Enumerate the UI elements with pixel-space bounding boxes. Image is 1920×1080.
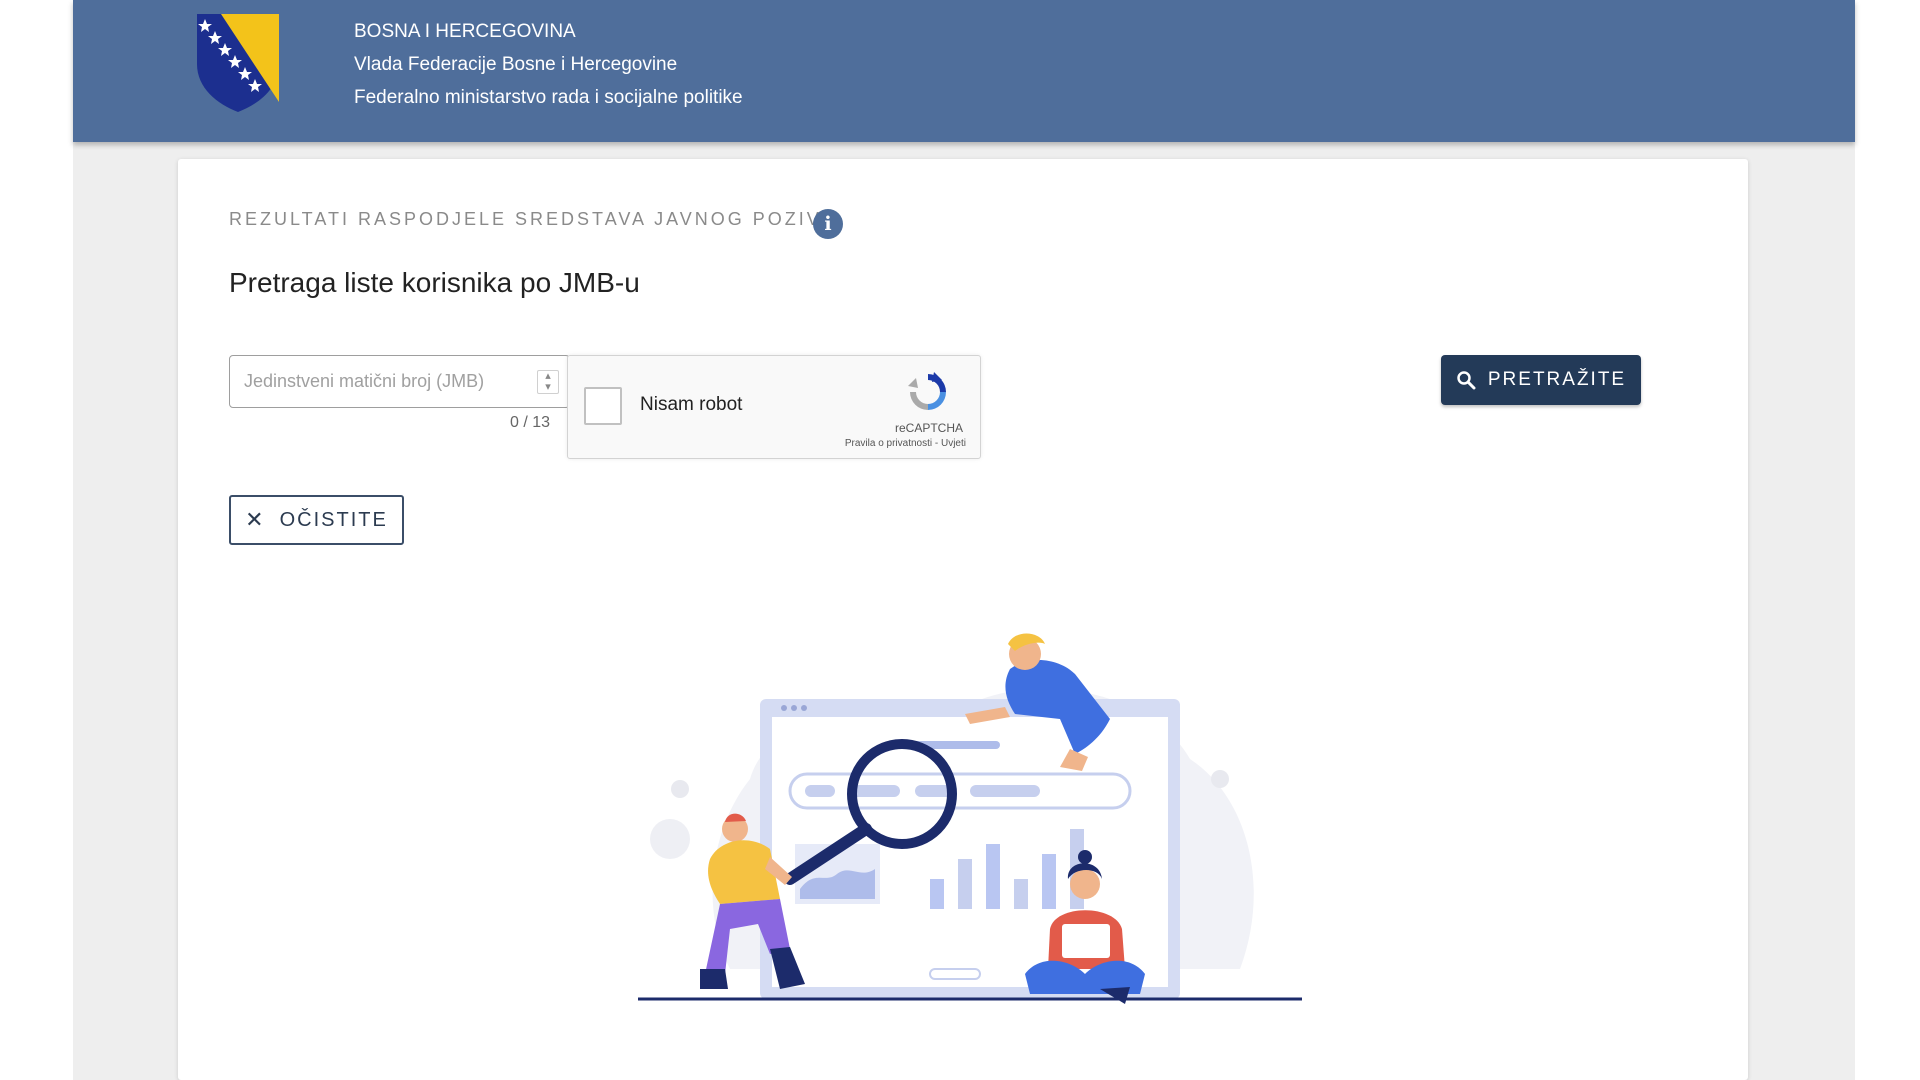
clear-button-label: OČISTITE [279, 508, 388, 531]
search-illustration [638, 633, 1302, 1004]
search-icon [1457, 371, 1476, 390]
recaptcha-checkbox[interactable] [584, 387, 622, 425]
recaptcha-logo-icon [908, 372, 946, 410]
search-card: REZULTATI RASPODJELE SREDSTAVA JAVNOG PO… [178, 159, 1748, 1080]
close-icon: ✕ [245, 507, 266, 532]
page-background: BOSNA I HERCEGOVINA Vlada Federacije Bos… [73, 0, 1855, 1080]
search-button[interactable]: PRETRAŽITE [1441, 355, 1641, 405]
header-text: BOSNA I HERCEGOVINA Vlada Federacije Bos… [354, 15, 743, 114]
clear-button[interactable]: ✕ OČISTITE [229, 495, 404, 545]
recaptcha-label: Nisam robot [640, 394, 743, 415]
stepper-icon[interactable]: ▴ ▾ [537, 370, 559, 394]
recaptcha-brand: reCAPTCHA [894, 421, 963, 435]
jmb-input[interactable] [244, 356, 524, 407]
recaptcha-widget: Nisam robot reCAPTCHA Pravila o privatno… [567, 355, 981, 459]
site-header: BOSNA I HERCEGOVINA Vlada Federacije Bos… [73, 0, 1855, 142]
page-title: Pretraga liste korisnika po JMB-u [229, 267, 640, 298]
info-icon[interactable]: i [813, 209, 843, 239]
header-government: Vlada Federacije Bosne i Hercegovine [354, 54, 678, 75]
jmb-character-counter: 0 / 13 [510, 414, 551, 431]
search-button-label: PRETRAŽITE [1487, 369, 1627, 390]
section-overline: REZULTATI RASPODJELE SREDSTAVA JAVNOG PO… [229, 209, 836, 229]
header-ministry: Federalno ministarstvo rada i socijalne … [354, 87, 743, 108]
header-country: BOSNA I HERCEGOVINA [354, 21, 576, 42]
jmb-field[interactable]: ▴▾ [229, 355, 570, 408]
coat-of-arms-icon [197, 14, 279, 112]
recaptcha-links[interactable]: Pravila o privatnosti - Uvjeti [845, 438, 966, 449]
